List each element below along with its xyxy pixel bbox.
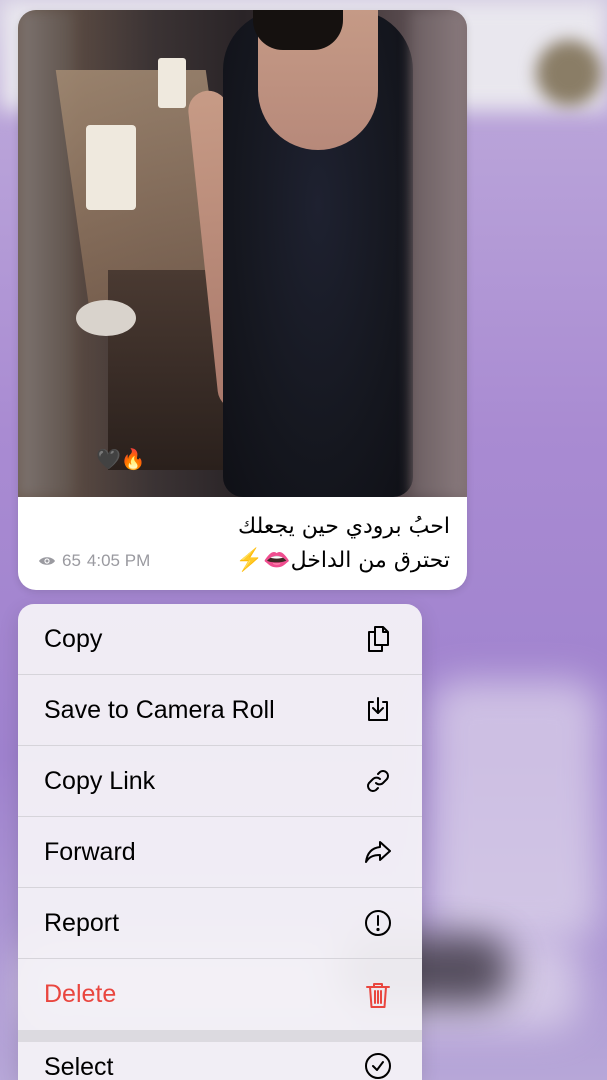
- trash-icon: [366, 982, 390, 1008]
- menu-item-copy-link[interactable]: Copy Link: [18, 746, 422, 817]
- message-bubble[interactable]: 🖤🔥 احبُ برودي حين يجعلك تحترق من الداخل👄…: [18, 10, 467, 590]
- message-time: 4:05 PM: [86, 551, 151, 570]
- menu-item-copy[interactable]: Copy: [18, 604, 422, 675]
- view-count: 65: [62, 551, 81, 570]
- exclamation-circle-icon: [365, 910, 391, 936]
- message-caption: احبُ برودي حين يجعلك تحترق من الداخل👄⚡️ …: [38, 510, 450, 578]
- caption-line-1: احبُ برودي حين يجعلك: [238, 514, 450, 539]
- eye-icon: [39, 557, 55, 565]
- check-circle-icon: [365, 1053, 391, 1079]
- menu-item-label: Report: [44, 908, 120, 937]
- blurred-avatar: [536, 40, 602, 106]
- photo-menu-card: [158, 58, 186, 108]
- message-photo[interactable]: 🖤🔥: [18, 10, 467, 497]
- link-icon: [367, 770, 389, 792]
- menu-item-label: Select: [44, 1053, 114, 1080]
- photo-emoji-overlay: 🖤🔥: [96, 449, 146, 471]
- photo-blur-edge: [411, 10, 467, 497]
- photo-plate: [76, 300, 136, 336]
- blurred-bubble: [430, 680, 600, 940]
- photo-menu-card: [86, 125, 136, 210]
- save-download-icon: [368, 697, 388, 721]
- menu-item-report[interactable]: Report: [18, 888, 422, 959]
- menu-item-delete[interactable]: Delete: [18, 959, 422, 1030]
- message-meta: 65 4:05 PM: [38, 544, 150, 578]
- menu-item-label: Copy Link: [44, 766, 156, 795]
- caption-line-2-row: تحترق من الداخل👄⚡️ 65 4:05 PM: [38, 544, 450, 578]
- menu-item-save-to-camera-roll[interactable]: Save to Camera Roll: [18, 675, 422, 746]
- menu-item-label: Delete: [44, 980, 117, 1008]
- photo-hair: [253, 10, 343, 50]
- forward-arrow-icon: [365, 841, 391, 863]
- menu-item-select[interactable]: Select: [18, 1042, 422, 1080]
- menu-item-label: Save to Camera Roll: [44, 695, 275, 724]
- caption-line-2: تحترق من الداخل👄⚡️: [235, 548, 450, 573]
- menu-item-label: Forward: [44, 837, 136, 866]
- copy-icon: [368, 626, 389, 652]
- context-menu: Copy Save to Camera Roll Copy Link Forwa…: [18, 604, 422, 1080]
- menu-section-separator: [18, 1030, 422, 1042]
- menu-item-forward[interactable]: Forward: [18, 817, 422, 888]
- menu-item-label: Copy: [44, 624, 103, 653]
